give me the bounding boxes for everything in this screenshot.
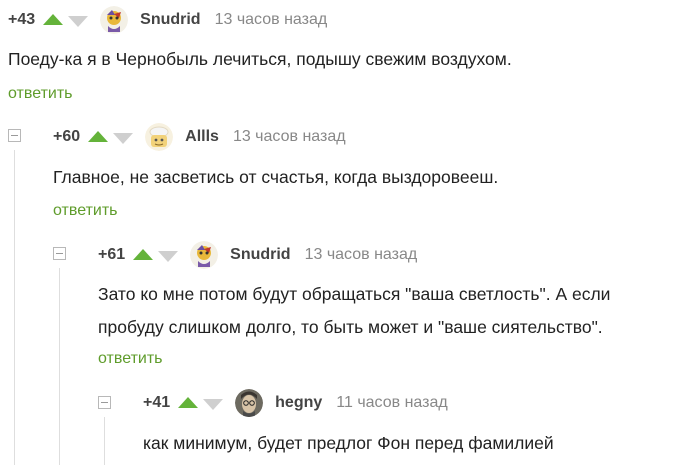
comment-rating: +43	[8, 11, 36, 28]
comment-3-header: +61 Snudrid 13 часов назад	[98, 241, 417, 269]
thread-line[interactable]	[104, 417, 105, 465]
comment-time: 13 часов назад	[304, 246, 418, 263]
upvote-icon[interactable]	[178, 396, 199, 408]
comment-text-line: Зато ко мне потом будут обращаться "ваша…	[98, 284, 611, 304]
downvote-icon[interactable]	[203, 398, 224, 410]
comment-rating: +61	[98, 246, 126, 263]
collapse-thread-icon[interactable]	[53, 247, 66, 260]
downvote-icon[interactable]	[113, 132, 134, 144]
collapse-thread-icon[interactable]	[8, 129, 21, 142]
comment-1-header: +43 Snudrid 13 часов назад	[8, 6, 327, 34]
comment-time: 13 часов назад	[232, 128, 346, 145]
comment-text-line: как минимум, будет предлог Фон перед фам…	[143, 433, 554, 453]
comment-text-line: пробуду слишком долго, то быть может и "…	[98, 317, 603, 337]
collapse-thread-icon[interactable]	[98, 396, 111, 409]
comment-time: 11 часов назад	[336, 394, 448, 411]
comment-rating: +41	[143, 394, 171, 411]
comment-time: 13 часов назад	[214, 11, 328, 28]
upvote-icon[interactable]	[43, 13, 64, 25]
comment-1-text: Поеду-ка я в Чернобыль лечиться, подышу …	[8, 43, 512, 76]
avatar[interactable]	[100, 6, 129, 34]
comment-author[interactable]: Allls	[185, 128, 219, 146]
avatar[interactable]	[235, 389, 264, 417]
upvote-icon[interactable]	[133, 248, 154, 260]
comment-text-line: Поеду-ка я в Чернобыль лечиться, подышу …	[8, 49, 512, 69]
thread-line[interactable]	[14, 150, 15, 465]
thread-line[interactable]	[59, 268, 60, 465]
comment-2-text: Главное, не засветись от счастья, когда …	[53, 161, 498, 194]
comment-author[interactable]: Snudrid	[230, 246, 290, 264]
comment-4-text: как минимум, будет предлог Фон перед фам…	[143, 427, 554, 460]
comment-4-header: +41 hegny 11 часов назад	[143, 389, 448, 417]
comment-3-text: Зато ко мне потом будут обращаться "ваша…	[98, 278, 610, 344]
comment-2-header: +60 Allls 13 часов назад	[53, 123, 346, 151]
avatar[interactable]	[145, 123, 174, 151]
comment-text-line: Главное, не засветись от счастья, когда …	[53, 167, 499, 187]
reply-link[interactable]: ответить	[53, 202, 118, 220]
comment-rating: +60	[53, 128, 81, 145]
avatar[interactable]	[190, 241, 219, 269]
reply-link[interactable]: ответить	[98, 350, 163, 368]
upvote-icon[interactable]	[88, 130, 109, 142]
downvote-icon[interactable]	[158, 250, 179, 262]
reply-link[interactable]: ответить	[8, 85, 73, 103]
comment-author[interactable]: hegny	[275, 394, 322, 412]
downvote-icon[interactable]	[68, 15, 89, 27]
comment-author[interactable]: Snudrid	[140, 11, 200, 29]
comments-page: +43 Snudrid 13 часов назад Поеду-ка я в …	[0, 0, 700, 465]
